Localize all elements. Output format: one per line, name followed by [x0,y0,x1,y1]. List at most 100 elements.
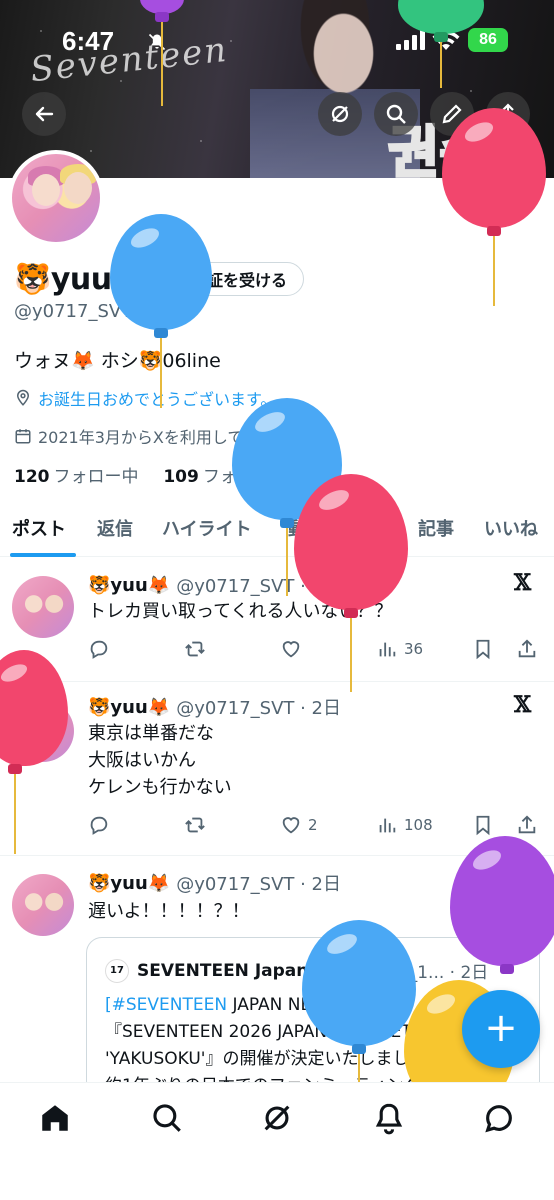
back-arrow-icon [35,106,54,122]
balloon-knot [8,764,22,774]
balloon-red [442,108,546,308]
nav-notifications[interactable] [372,1101,406,1135]
bookmark-icon [476,639,490,660]
balloon-string [493,236,495,306]
avatar-face-right [64,172,92,204]
quote-avatar: 17 [105,958,129,983]
retweet-button[interactable] [184,638,212,660]
hashtag-link[interactable]: [#SEVENTEEN [105,995,227,1015]
balloon-knot [280,518,294,528]
balloon-knot [344,608,358,618]
tweet-text: 東京は単番だな 大阪はいかん ケレンも行かない [88,723,232,798]
balloon-green [398,0,484,90]
balloon-knot [352,1044,366,1054]
tweet-author-name: 🐯yuu🦊 [88,696,171,718]
back-button[interactable] [22,92,66,136]
tweet-item[interactable]: 🐯yuu🦊 @y0717_SVT · 2日 𝕏 東京は単番だな 大阪はいかん ケ… [0,682,554,856]
bookmark-button[interactable] [472,814,494,836]
balloon-body [302,920,416,1046]
balloon-string [350,618,352,692]
balloon-string [14,774,16,854]
balloon-body [398,0,484,34]
tab-replies[interactable]: 返信 [97,515,133,541]
location-pin-icon [16,389,30,406]
tweet-meta: @y0717_SVT · 2日 [176,698,341,719]
balloon-string [440,42,442,88]
share-icon [518,815,536,834]
retweet-icon [185,817,205,833]
tab-articles[interactable]: 記事 [418,515,454,541]
views-icon [379,818,396,833]
views-button[interactable]: 108 [376,814,433,836]
search-icon [153,1104,181,1132]
home-icon [42,1105,68,1131]
tweet-avatar[interactable] [12,576,74,638]
calendar-icon [15,429,31,444]
nav-grok[interactable] [260,1101,294,1135]
balloon-knot [500,964,514,974]
balloon-knot [155,12,169,22]
following-count: 120 [14,467,50,487]
balloon-body [442,108,546,228]
reply-icon [90,640,108,659]
balloon-string [286,528,288,596]
balloon-purple [450,836,554,986]
tweet-author-name: 🐯yuu🦊 [88,574,171,596]
banner-sparkle [90,150,92,152]
balloon-knot [434,32,448,42]
search-button[interactable] [374,92,418,136]
bottom-navigation [0,1082,554,1200]
nav-home[interactable] [38,1101,72,1135]
like-count: 2 [308,816,318,834]
reply-button[interactable] [88,638,116,660]
share-tweet-button[interactable] [516,814,538,836]
balloon-string [161,22,163,106]
search-icon [386,104,406,124]
balloon-string [160,338,162,408]
tweet-actions: 2 108 [88,814,540,838]
following-link[interactable]: 120 フォロー中 [14,467,139,487]
following-label: フォロー中 [53,467,139,487]
nav-messages[interactable] [482,1101,516,1135]
balloon-string [358,1054,360,1082]
nav-search[interactable] [150,1101,184,1135]
balloon-purple [140,0,184,110]
grok-icon [264,1105,290,1131]
tweet-header: 🐯yuu🦊 @y0717_SVT · 2日 [88,694,341,720]
retweet-button[interactable] [184,814,212,836]
bookmark-icon [476,815,490,836]
grok-explain-icon[interactable]: 𝕏 [514,570,531,596]
avatar-face-left [32,174,60,206]
balloon-red [294,474,408,694]
followers-count: 109 [163,467,199,487]
balloon-body [294,474,408,610]
tab-posts[interactable]: ポスト [12,515,66,541]
compose-post-button[interactable]: + [462,990,540,1068]
profile-avatar[interactable] [8,150,104,246]
like-button[interactable]: 2 [280,814,318,836]
messages-icon [485,1105,512,1133]
notifications-icon [375,1103,403,1135]
tweet-header: 🐯yuu🦊 @y0717_SVT · 2日 [88,870,341,896]
quote-author-name: SEVENTEEN Japan [137,960,309,981]
grok-explain-icon[interactable]: 𝕏 [514,692,531,718]
bookmark-button[interactable] [472,638,494,660]
tab-likes[interactable]: いいね [484,515,538,541]
banner-sparkle [470,90,472,92]
balloon-red [0,650,68,856]
active-tab-indicator [10,553,76,557]
share-tweet-button[interactable] [516,638,538,660]
grok-icon [331,105,349,123]
balloon-knot [487,226,501,236]
status-time: 6:47 [62,26,115,56]
balloon-body [110,214,212,330]
tweet-author-name: 🐯yuu🦊 [88,872,171,894]
tweet-avatar[interactable] [12,874,74,936]
retweet-icon [185,641,205,657]
heart-icon [282,817,300,834]
reply-icon [90,816,108,835]
tweet-text: 遅いよ！！！！？！ [88,901,250,922]
grok-button[interactable] [318,92,362,136]
reply-button[interactable] [88,814,116,836]
balloon-blue [110,214,212,410]
